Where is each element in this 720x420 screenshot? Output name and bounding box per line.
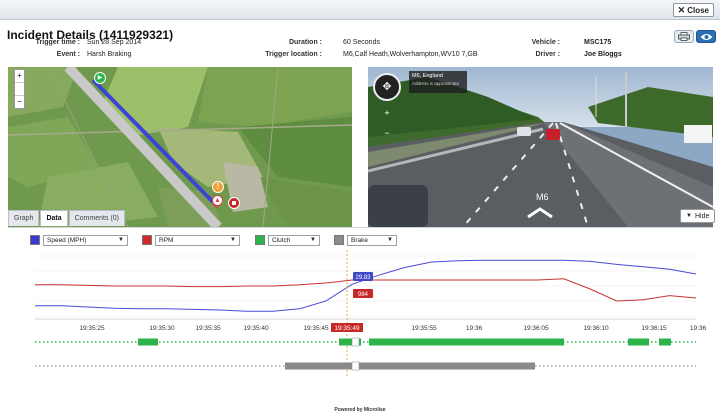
vehicle-label: Vehicle : (531, 39, 560, 46)
powered-by: Powered by Microlise (334, 407, 386, 413)
trigger-time-value: Sun 28 Sep 2014 (87, 39, 142, 46)
x-tick-label: 19:35:40 (243, 325, 269, 332)
tab-comments[interactable]: Comments (0) (68, 210, 125, 226)
rpm-selector-label: RPM (159, 236, 174, 244)
clutch-swatch (255, 235, 265, 245)
speed-selector[interactable]: Speed (MPH) ▼ (30, 234, 128, 246)
speed-swatch (30, 235, 40, 245)
rpm-swatch (142, 235, 152, 245)
hide-label: Hide (694, 212, 710, 220)
event-value: Harsh Braking (87, 51, 132, 58)
brake-selector-label: Brake (351, 236, 368, 244)
incident-meta: Trigger time : Sun 28 Sep 2014 Event : H… (0, 39, 720, 63)
cursor-time-label: 19:35:49 (334, 325, 360, 332)
streetview-zoom-control[interactable]: + − (382, 107, 392, 139)
speed-dropdown[interactable]: Speed (MPH) ▼ (43, 234, 128, 246)
clutch-segment (659, 338, 671, 346)
brake-cursor-marker (351, 361, 360, 371)
duration-label: Duration : (288, 39, 322, 46)
telemetry-chart[interactable]: 29.83 984 19:35:25 19:35:30 19:35:35 19:35:40… (8, 228, 713, 385)
street-view[interactable]: ✥ + − M6, England Address is approximate… (368, 67, 713, 227)
streetview-zoom-in-icon[interactable]: + (382, 107, 392, 119)
window-titlebar: ✕ Close (0, 0, 720, 20)
eye-icon (700, 33, 712, 40)
clutch-selector[interactable]: Clutch ▼ (255, 234, 320, 246)
driver-value: Joe Bloggs (584, 51, 622, 58)
close-label: Close (687, 5, 709, 15)
stop-marker-icon[interactable] (228, 197, 240, 209)
trigger-location-value: M6,Calf Heath,Wolverhampton,WV10 7,GB (343, 51, 478, 58)
pan-control-icon[interactable]: ✥ (373, 73, 401, 101)
clutch-segment (369, 338, 564, 346)
x-tick-label: 19:36 (690, 325, 707, 332)
duration-value: 60 Seconds (343, 39, 380, 46)
view-button[interactable] (696, 30, 716, 43)
zoom-in-icon[interactable]: + (15, 70, 24, 82)
x-tick-label: 19:36:15 (641, 325, 667, 332)
map-zoom-control[interactable]: + − (14, 69, 25, 109)
telemetry-graph-panel: 29.83 984 19:35:25 19:35:30 19:35:35 19:35:40… (8, 227, 713, 385)
satellite-map[interactable]: + − ▶ ! ▲ (8, 67, 352, 227)
map-imagery (8, 67, 352, 227)
streetview-zoom-out-icon[interactable]: − (382, 127, 392, 139)
chevron-down-icon: ▼ (387, 237, 393, 243)
clutch-segment (138, 338, 158, 346)
x-tick-label: 19:36 (466, 325, 483, 332)
close-button[interactable]: ✕ Close (672, 3, 714, 17)
rpm-value-label: 984 (358, 292, 369, 298)
clutch-selector-label: Clutch (272, 236, 291, 244)
driver-label: Driver : (535, 51, 560, 58)
clutch-cursor-marker (351, 337, 360, 347)
print-button[interactable] (674, 30, 694, 43)
rpm-dropdown[interactable]: RPM ▼ (155, 234, 240, 246)
speed-value-label: 29.83 (355, 275, 371, 281)
x-tick-label: 19:35:55 (411, 325, 437, 332)
trigger-location-label: Trigger location : (265, 51, 322, 58)
rpm-selector[interactable]: RPM ▼ (142, 234, 240, 246)
chevron-down-icon: ▼ (310, 237, 316, 243)
x-tick-label: 19:36:10 (583, 325, 609, 332)
zoom-out-icon[interactable]: − (15, 96, 24, 108)
location-subtitle: Address is approximate (412, 81, 460, 86)
panel-tabs: Graph Data Comments (0) (8, 210, 126, 226)
print-icon (678, 32, 690, 41)
vehicle-value: MSC175 (584, 39, 612, 46)
road-label: M6 (536, 192, 549, 202)
chevron-down-icon: ▼ (118, 237, 124, 243)
x-tick-label: 19:35:25 (79, 325, 105, 332)
x-tick-label: 19:35:30 (149, 325, 175, 332)
brake-segment (285, 362, 535, 370)
location-title: M6, England (412, 73, 443, 79)
chevron-down-icon: ▼ (230, 237, 236, 243)
x-tick-label: 19:36:05 (523, 325, 549, 332)
triangle-down-icon: ▼ (686, 213, 692, 219)
tab-data[interactable]: Data (40, 210, 68, 226)
event-label: Event : (56, 51, 80, 58)
x-tick-label: 19:35:45 (303, 325, 329, 332)
brake-swatch (334, 235, 344, 245)
brake-selector[interactable]: Brake ▼ (334, 234, 397, 246)
speed-selector-label: Speed (MPH) (47, 236, 87, 244)
start-marker-icon[interactable]: ▶ (94, 72, 106, 84)
tab-graph[interactable]: Graph (8, 210, 40, 226)
hide-button[interactable]: ▼ Hide (680, 209, 716, 223)
trigger-time-label: Trigger time : (35, 39, 80, 46)
clutch-segment (628, 338, 649, 346)
warning-marker-icon[interactable]: ! (212, 181, 224, 193)
clutch-dropdown[interactable]: Clutch ▼ (268, 234, 320, 246)
event-marker-icon[interactable]: ▲ (212, 195, 223, 206)
close-icon: ✕ (677, 4, 686, 15)
location-info-card: M6, England Address is approximate (409, 71, 467, 93)
x-tick-label: 19:35:35 (195, 325, 221, 332)
brake-dropdown[interactable]: Brake ▼ (347, 234, 397, 246)
